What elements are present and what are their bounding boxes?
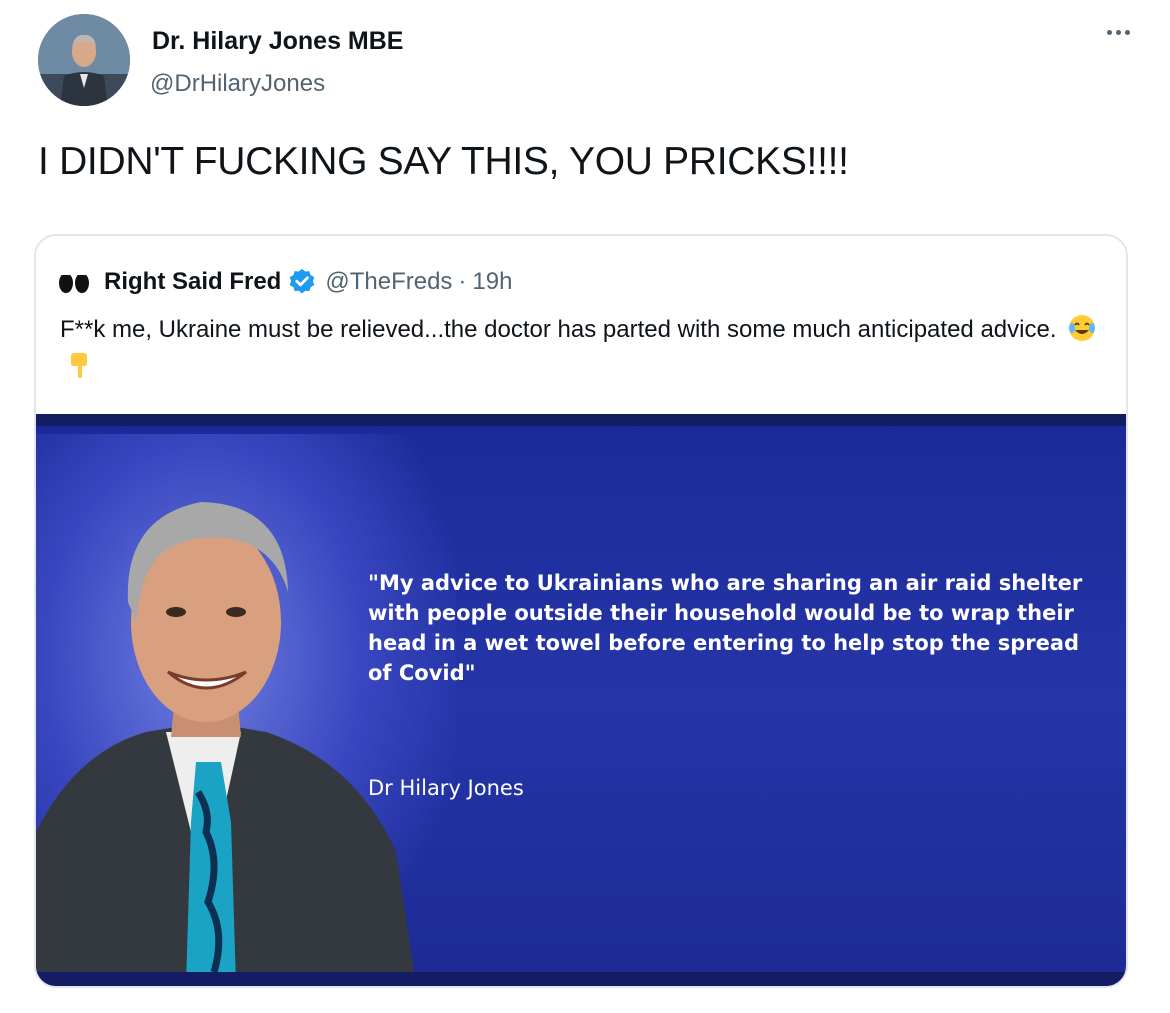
quoted-tweet-time[interactable]: 19h	[472, 268, 512, 296]
author-name[interactable]: Dr. Hilary Jones MBE	[152, 27, 403, 56]
author-handle[interactable]: @DrHilaryJones	[150, 70, 325, 98]
tweet-text: I DIDN'T FUCKING SAY THIS, YOU PRICKS!!!…	[38, 140, 849, 183]
author-avatar[interactable]	[38, 14, 130, 106]
image-attribution: Dr Hilary Jones	[368, 776, 524, 800]
portrait-photo	[36, 432, 436, 984]
quoted-tweet[interactable]: Right Said Fred @TheFreds · 19h F**k me,…	[34, 234, 1128, 988]
face-with-tears-of-joy-icon	[1067, 313, 1097, 343]
quoted-tweet-image[interactable]: "My advice to Ukrainians who are sharing…	[36, 414, 1126, 986]
verified-badge-icon	[287, 267, 317, 297]
quoted-author-avatar[interactable]	[56, 270, 96, 294]
image-quote-text: "My advice to Ukrainians who are sharing…	[368, 571, 1083, 685]
quoted-tweet-header: Right Said Fred @TheFreds · 19h	[56, 266, 512, 298]
separator-dot: ·	[458, 268, 467, 295]
quoted-author-name[interactable]: Right Said Fred	[104, 268, 281, 296]
quoted-author-handle[interactable]: @TheFreds	[325, 268, 452, 296]
backhand-index-pointing-down-icon	[64, 349, 94, 379]
quoted-tweet-text-block: F**k me, Ukraine must be relieved...the …	[60, 312, 1100, 384]
tweet: Dr. Hilary Jones MBE @DrHilaryJones I DI…	[0, 0, 1170, 1013]
image-top-bar	[36, 414, 1126, 426]
more-options-icon[interactable]	[1098, 22, 1138, 42]
quoted-tweet-text: F**k me, Ukraine must be relieved...the …	[60, 316, 1057, 343]
image-bottom-bar	[36, 972, 1126, 986]
